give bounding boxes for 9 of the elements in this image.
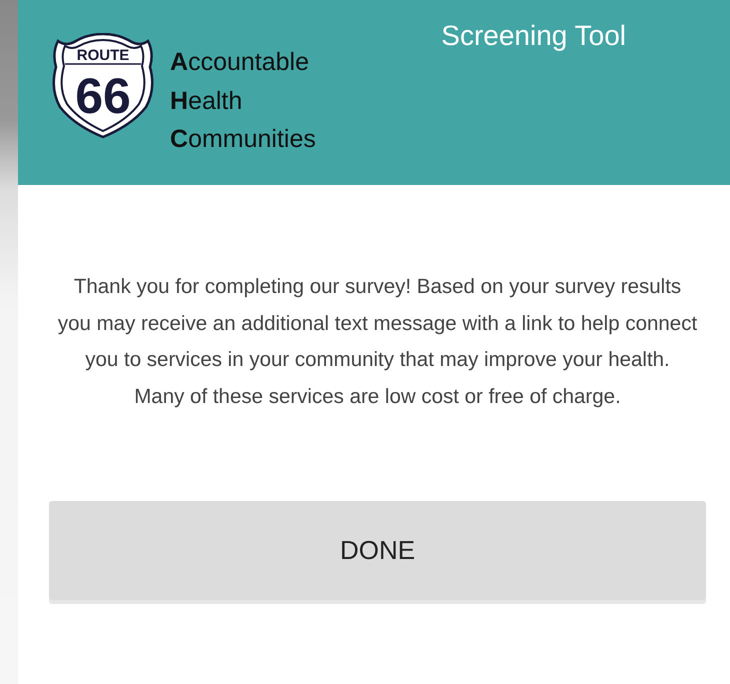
screening-title: Screening Tool [441,20,626,53]
organization-name-line: Accountable [170,47,310,78]
logo-number: 66 [75,68,131,124]
logo-text: ROUTE [76,47,130,64]
shield-icon [52,33,154,138]
thank-you-message: Thank you for completing our survey! Based on your survey results you may receive an additional text message with a link to help connect you to services in your community that may improve your health. Many of these services are low cost or free of charge. [58,274,698,410]
organization-name-line: Communities [170,124,316,155]
done-button[interactable]: DONE [49,501,706,600]
organization-name-line: Health [170,86,244,116]
